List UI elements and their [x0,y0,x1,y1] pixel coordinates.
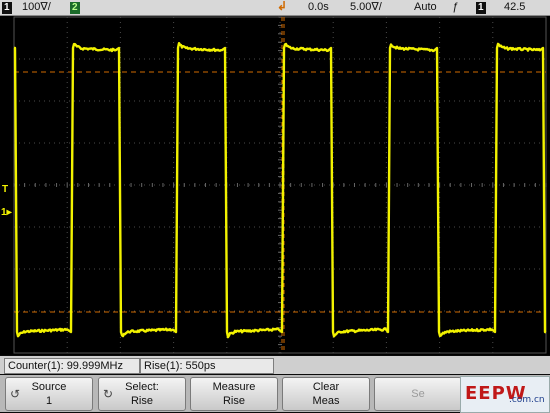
watermark-site-text: .com.cn [509,395,545,405]
waveform-display[interactable]: 1▸ T [0,16,550,355]
ground-marker: 1▸ [1,207,12,218]
measurement-bar: Counter(1): 99.999MHz Rise(1): 550ps [0,356,550,374]
waveform-graticule [13,16,547,354]
return-icon: ↺ [10,387,21,401]
measure-softkey-label: Measure [212,381,256,393]
select-softkey[interactable]: ↻ Select: Rise [98,377,186,411]
eepw-watermark-logo: EEPW .com.cn [460,376,550,413]
trigger-level: 42.5 [504,1,526,13]
channel-1-indicator[interactable]: 1 [2,1,12,14]
trigger-source-number: 1 [476,2,486,14]
status-bar: 1 100∇/ 2 ↲ 0.0s 5.00∇/ Auto ƒ 1 42.5 [0,0,550,16]
channel-1-number: 1 [2,2,12,14]
counter-readout: Counter(1): 99.999MHz [4,358,140,374]
clear-meas-softkey[interactable]: Clear Meas [282,377,370,411]
settings-softkey[interactable]: Se [374,377,462,411]
measure-rise-softkey[interactable]: Measure Rise [190,377,278,411]
channel-1-scale: 100∇/ [22,1,51,13]
rising-edge-icon: ƒ [452,1,459,13]
rotate-knob-icon: ↻ [103,387,114,401]
trigger-source: 1 [476,1,486,14]
source-softkey[interactable]: ↺ Source 1 [5,377,93,411]
trigger-level-marker-label: T [2,184,9,195]
channel-2-indicator[interactable]: 2 [70,1,80,14]
trigger-level-marker: T [2,185,8,195]
trigger-position-icon: ↲ [277,0,288,13]
time-position: 0.0s [308,1,329,13]
rise-time-readout: Rise(1): 550ps [140,358,274,374]
clear-softkey-value: Meas [312,395,340,407]
channel-2-number: 2 [70,2,80,14]
time-scale: 5.00∇/ [350,1,382,13]
trigger-mode: Auto [414,1,437,13]
clear-softkey-label: Clear [312,381,340,393]
measure-softkey-value: Rise [222,395,245,407]
settings-softkey-label: Se [411,388,425,400]
ground-marker-label: 1 [1,207,7,218]
